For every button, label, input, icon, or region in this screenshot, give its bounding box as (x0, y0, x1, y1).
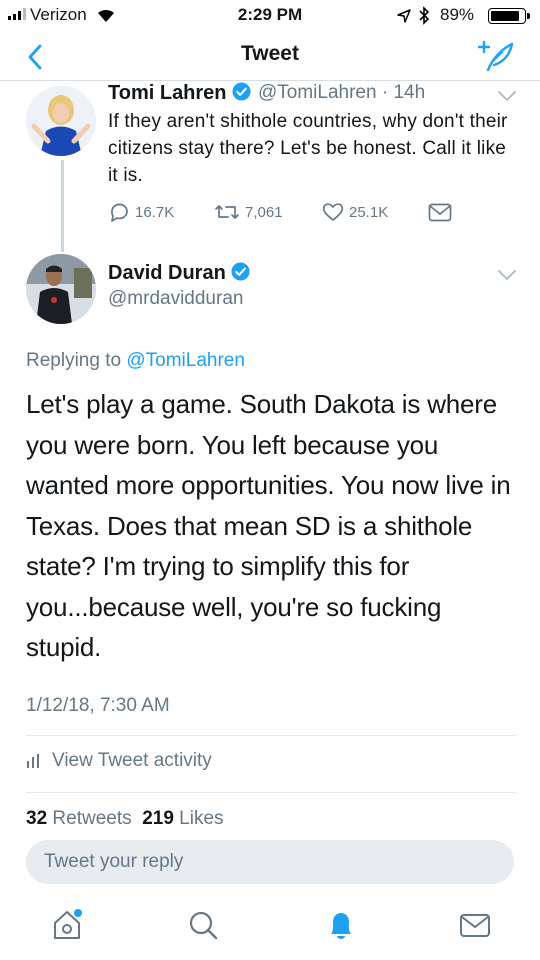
reply-action[interactable]: 16.7K (108, 202, 174, 222)
reply-input[interactable]: Tweet your reply (26, 840, 514, 884)
like-count: 219 (142, 808, 174, 829)
author-name-text: Tomi Lahren (108, 82, 227, 104)
battery-fill (491, 11, 519, 21)
author-name[interactable]: David Duran (108, 262, 250, 285)
retweet-action[interactable]: 7,061 (214, 202, 283, 222)
like-label: Likes (179, 808, 224, 829)
replying-to-prefix: Replying to (26, 350, 122, 371)
thread-connector (61, 160, 64, 252)
reply-count: 16.7K (135, 203, 175, 221)
like-action[interactable]: 25.1K (322, 202, 388, 222)
divider (26, 792, 516, 793)
home-icon[interactable] (50, 908, 84, 942)
status-bar: Verizon 2:29 PM 89% (0, 0, 540, 30)
heart-icon (322, 203, 344, 221)
retweet-label: Retweets (52, 808, 132, 829)
nav-divider (0, 80, 540, 81)
chevron-down-icon[interactable] (496, 268, 518, 282)
messages-icon[interactable] (458, 908, 492, 942)
avatar-david-duran[interactable] (26, 254, 96, 324)
battery-percent: 89% (440, 5, 475, 24)
chevron-down-icon[interactable] (496, 89, 518, 103)
tweet-timestamp: 1/12/18, 7:30 AM (26, 695, 170, 716)
verified-badge-icon (231, 262, 250, 281)
author-name[interactable]: Tomi Lahren (108, 82, 251, 105)
bluetooth-icon (419, 6, 430, 25)
retweet-icon (215, 205, 239, 219)
compose-tweet-icon[interactable] (474, 38, 518, 74)
view-tweet-activity[interactable]: View Tweet activity (26, 750, 212, 772)
location-icon (397, 9, 411, 23)
view-tweet-activity-label: View Tweet activity (52, 750, 212, 771)
divider (26, 735, 516, 736)
message-icon[interactable] (428, 203, 452, 222)
notifications-icon[interactable] (324, 908, 358, 942)
bar-chart-icon (27, 754, 39, 768)
tweet-text: If they aren't shithole countries, why d… (108, 111, 508, 186)
replying-to-link[interactable]: @TomiLahren (126, 350, 245, 371)
engagement-counts[interactable]: 32 Retweets 219 Likes (26, 808, 224, 830)
retweet-count: 7,061 (245, 203, 283, 221)
tweet-text: Let's play a game. South Dakota is where… (26, 389, 511, 662)
battery-icon (488, 8, 530, 24)
author-name-text: David Duran (108, 262, 226, 284)
reply-icon (111, 203, 128, 222)
replying-to: Replying to @TomiLahren (26, 350, 245, 372)
author-handle-time: @TomiLahren · 14h (258, 82, 426, 103)
page-title: Tweet (241, 42, 299, 65)
verified-badge-icon (232, 82, 251, 101)
retweet-count: 32 (26, 808, 48, 829)
author-handle: @mrdavidduran (108, 288, 244, 309)
like-count: 25.1K (349, 203, 389, 221)
avatar-tomi-lahren[interactable] (26, 86, 96, 156)
search-icon[interactable] (186, 908, 220, 942)
